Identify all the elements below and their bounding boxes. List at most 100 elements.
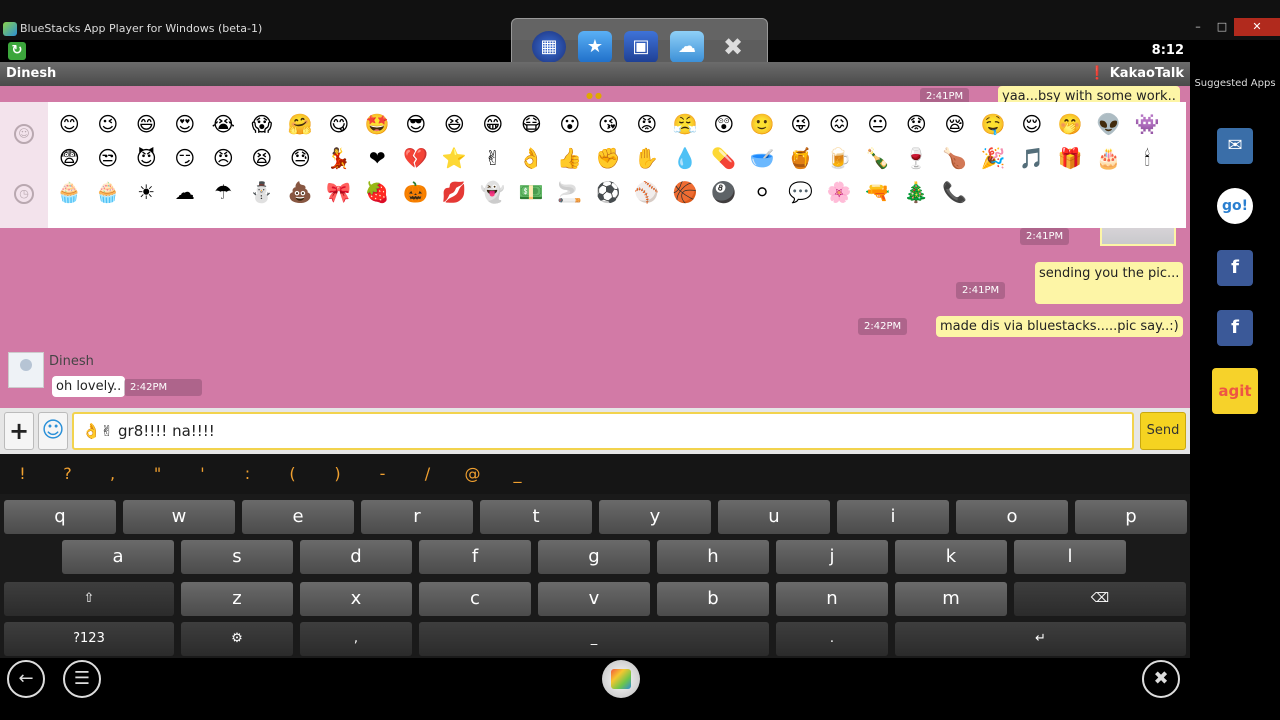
emoticon-item[interactable]: 🍗: [936, 141, 975, 175]
emoticon-item[interactable]: 🚬: [551, 175, 590, 209]
symbol-key[interactable]: /: [405, 454, 450, 494]
key-p[interactable]: p: [1075, 500, 1187, 534]
shift-key[interactable]: ⇧: [4, 582, 174, 616]
symbol-key[interactable]: ): [315, 454, 360, 494]
emoticon-item[interactable]: 😖: [820, 107, 859, 141]
emoticon-button[interactable]: ☺: [38, 412, 68, 450]
emoticon-item[interactable]: ⚽: [589, 175, 628, 209]
symbol-key[interactable]: (: [270, 454, 315, 494]
key-x[interactable]: x: [300, 582, 412, 616]
message-bubble[interactable]: sending you the pic...: [1035, 262, 1184, 304]
emoticon-item[interactable]: 🎁: [1051, 141, 1090, 175]
emoticon-item[interactable]: 👍: [551, 141, 590, 175]
emoticon-item[interactable]: 😍: [166, 107, 205, 141]
emoticon-item[interactable]: 😆: [435, 107, 474, 141]
message-bubble[interactable]: oh lovely..: [52, 376, 126, 397]
emoticon-item[interactable]: 😱: [243, 107, 282, 141]
emoticon-item[interactable]: 👾: [1128, 107, 1167, 141]
emoticon-item[interactable]: ☂: [204, 175, 243, 209]
emoticon-item[interactable]: 🍺: [820, 141, 859, 175]
emoticon-item[interactable]: 🧁: [50, 175, 89, 209]
emoticon-item[interactable]: 👌: [512, 141, 551, 175]
emoticon-item[interactable]: 👽: [1090, 107, 1129, 141]
key-i[interactable]: i: [837, 500, 949, 534]
key-w[interactable]: w: [123, 500, 235, 534]
emoticon-item[interactable]: 😊: [50, 107, 89, 141]
key-l[interactable]: l: [1014, 540, 1126, 574]
emoticon-item[interactable]: 🍷: [897, 141, 936, 175]
emoticon-item[interactable]: 😉: [89, 107, 128, 141]
emoticon-item[interactable]: 🥣: [743, 141, 782, 175]
key-r[interactable]: r: [361, 500, 473, 534]
emoticon-item[interactable]: 😟: [897, 107, 936, 141]
agit-icon[interactable]: agit: [1212, 368, 1258, 414]
emoticon-item[interactable]: ✊: [589, 141, 628, 175]
emoticon-item[interactable]: ⚪: [743, 175, 782, 209]
emoticon-item[interactable]: 🙂: [743, 107, 782, 141]
emoticon-item[interactable]: 🌸: [820, 175, 859, 209]
emoticon-item[interactable]: 🔫: [859, 175, 898, 209]
emoticon-item[interactable]: 💵: [512, 175, 551, 209]
key-o[interactable]: o: [956, 500, 1068, 534]
emoticon-item[interactable]: 💩: [281, 175, 320, 209]
symbol-key[interactable]: ": [135, 454, 180, 494]
emoticon-item[interactable]: 😤: [666, 107, 705, 141]
emoticon-item[interactable]: 🤗: [281, 107, 320, 141]
key-d[interactable]: d: [300, 540, 412, 574]
emoticon-item[interactable]: 😁: [474, 107, 513, 141]
emoticon-item[interactable]: 💬: [782, 175, 821, 209]
emoticon-item[interactable]: 💃: [320, 141, 359, 175]
message-bubble[interactable]: made dis via bluestacks.....pic say..:): [936, 316, 1183, 337]
emoticon-item[interactable]: 💋: [435, 175, 474, 209]
emoticon-item[interactable]: 😨: [50, 141, 89, 175]
emoticon-item[interactable]: 😌: [1013, 107, 1052, 141]
message-input[interactable]: 👌✌ gr8!!!! na!!!!: [72, 412, 1134, 450]
emoticon-item[interactable]: 😡: [628, 107, 667, 141]
symbol-key[interactable]: !: [0, 454, 45, 494]
store-icon[interactable]: ▣: [624, 31, 658, 63]
key-t[interactable]: t: [480, 500, 592, 534]
key-a[interactable]: a: [62, 540, 174, 574]
comma-key[interactable]: ,: [300, 622, 412, 656]
emoticon-item[interactable]: 🎀: [320, 175, 359, 209]
app-grid-icon[interactable]: ▦: [532, 31, 566, 63]
key-k[interactable]: k: [895, 540, 1007, 574]
symbol-key[interactable]: ?: [45, 454, 90, 494]
key-v[interactable]: v: [538, 582, 650, 616]
close-icon[interactable]: ✖: [716, 31, 750, 63]
emoticon-item[interactable]: ✋: [628, 141, 667, 175]
emoticon-item[interactable]: ☀: [127, 175, 166, 209]
key-e[interactable]: e: [242, 500, 354, 534]
smile-category-icon[interactable]: ☺: [14, 124, 34, 144]
cloud-icon[interactable]: ☁: [670, 31, 704, 63]
backspace-key[interactable]: ⌫: [1014, 582, 1186, 616]
emoticon-item[interactable]: 🎃: [397, 175, 436, 209]
enter-key[interactable]: ↵: [895, 622, 1186, 656]
gochat-icon[interactable]: go!: [1217, 188, 1253, 224]
symbol-key[interactable]: @: [450, 454, 495, 494]
period-key[interactable]: .: [776, 622, 888, 656]
emoticon-item[interactable]: 👻: [474, 175, 513, 209]
avatar[interactable]: [8, 352, 44, 388]
space-key[interactable]: _: [419, 622, 769, 656]
settings-tools-icon[interactable]: ✖: [1142, 660, 1180, 698]
key-q[interactable]: q: [4, 500, 116, 534]
emoticon-item[interactable]: 🍾: [859, 141, 898, 175]
emoticon-item[interactable]: 😮: [551, 107, 590, 141]
key-y[interactable]: y: [599, 500, 711, 534]
numbers-key[interactable]: ?123: [4, 622, 174, 656]
key-b[interactable]: b: [657, 582, 769, 616]
emoticon-item[interactable]: 😷: [512, 107, 551, 141]
emoticon-item[interactable]: 😄: [127, 107, 166, 141]
favorites-icon[interactable]: ★: [578, 31, 612, 63]
settings-key[interactable]: ⚙: [181, 622, 293, 656]
emoticon-item[interactable]: 😏: [166, 141, 205, 175]
emoticon-item[interactable]: 😭: [204, 107, 243, 141]
emoticon-item[interactable]: ✌: [474, 141, 513, 175]
emoticon-item[interactable]: 😘: [589, 107, 628, 141]
emoticon-item[interactable]: 😓: [281, 141, 320, 175]
emoticon-item[interactable]: 🎱: [705, 175, 744, 209]
emoticon-item[interactable]: 🧁: [89, 175, 128, 209]
facebook-icon[interactable]: f: [1217, 310, 1253, 346]
menu-icon[interactable]: ☰: [63, 660, 101, 698]
